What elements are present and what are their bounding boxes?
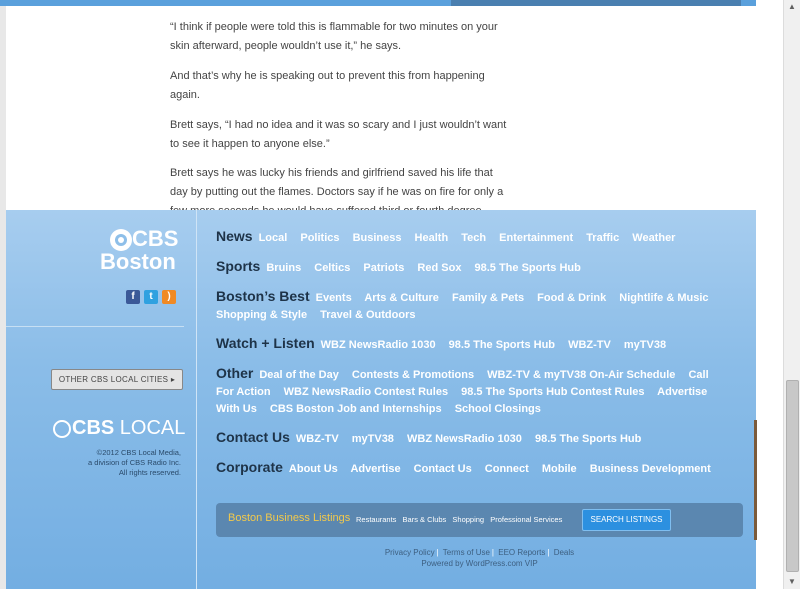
footer-link[interactable]: WBZ NewsRadio 1030 <box>321 339 436 351</box>
social-icons: f t) <box>126 286 180 304</box>
footer-section-heading[interactable]: Other <box>216 365 253 381</box>
footer-section-heading[interactable]: Watch + Listen <box>216 335 315 351</box>
footer-link[interactable]: Entertainment <box>499 232 573 244</box>
legal-links: Privacy Policy | Terms of Use | EEO Report… <box>216 547 743 569</box>
footer-section: Watch + Listen WBZ NewsRadio 1030 98.5 Th… <box>216 335 726 354</box>
article-paragraph: Brett says he was lucky his friends and … <box>170 167 504 210</box>
footer-link[interactable]: Tech <box>461 232 486 244</box>
footer-section-heading[interactable]: Boston’s Best <box>216 288 310 304</box>
listing-categories: Restaurants Bars & Clubs Shopping Profes… <box>356 515 566 524</box>
footer-link[interactable]: CBS Boston Job and Internships <box>270 403 442 415</box>
cbs-eye-icon <box>110 229 132 252</box>
footer-link[interactable]: Connect <box>485 463 529 475</box>
scroll-down-icon[interactable]: ▼ <box>784 575 800 589</box>
cbs-boston-logo[interactable]: CBS Boston <box>100 226 179 273</box>
listing-category[interactable]: Shopping <box>452 515 484 524</box>
footer-section: News Local Politics Business Health Tech … <box>216 228 726 247</box>
footer-link[interactable]: Celtics <box>314 262 350 274</box>
footer-link[interactable]: Travel & Outdoors <box>320 309 415 321</box>
logo-cbs-text: CBS <box>132 226 179 251</box>
footer-link[interactable]: myTV38 <box>352 433 394 445</box>
footer-section: Sports Bruins Celtics Patriots Red Sox 98… <box>216 258 726 277</box>
cbs-local-logo[interactable]: CBS LOCAL <box>53 417 185 440</box>
footer-link[interactable]: Patriots <box>363 262 404 274</box>
business-listings-title[interactable]: Boston Business Listings <box>228 512 350 524</box>
scroll-up-icon[interactable]: ▲ <box>784 0 800 14</box>
footer-link[interactable]: Food & Drink <box>537 292 606 304</box>
footer-section: Other Deal of the Day Contests & Promotio… <box>216 365 726 418</box>
footer-link[interactable]: WBZ NewsRadio 1030 <box>407 433 522 445</box>
article-body: “I think if people were told this is fla… <box>18 6 756 210</box>
footer-link[interactable]: Contact Us <box>414 463 472 475</box>
footer-section: Contact Us WBZ-TV myTV38 WBZ NewsRadio 10… <box>216 429 726 448</box>
footer-link[interactable]: Weather <box>632 232 675 244</box>
footer-section: Corporate About Us Advertise Contact Us C… <box>216 459 726 478</box>
footer-link[interactable]: Deal of the Day <box>259 369 338 381</box>
footer-link[interactable]: Local <box>259 232 288 244</box>
rss-icon[interactable]: ) <box>162 290 176 304</box>
listing-category[interactable]: Bars & Clubs <box>403 515 447 524</box>
powered-by-text[interactable]: Powered by WordPress.com VIP <box>216 558 743 569</box>
footer-section-heading[interactable]: Corporate <box>216 459 283 475</box>
terms-of-use-link[interactable]: Terms of Use <box>443 548 490 557</box>
footer-link[interactable]: Bruins <box>266 262 301 274</box>
footer-link[interactable]: Arts & Culture <box>364 292 439 304</box>
footer-link[interactable]: 98.5 The Sports Hub Contest Rules <box>461 386 644 398</box>
footer-link[interactable]: Events <box>316 292 352 304</box>
footer-link[interactable]: Shopping & Style <box>216 309 307 321</box>
footer-link[interactable]: 98.5 The Sports Hub <box>535 433 641 445</box>
listing-category[interactable]: Professional Services <box>490 515 562 524</box>
footer-left-column: CBS Boston f t) OTHER CBS LOCAL CITIES ▸ … <box>6 210 197 589</box>
cbs-eye-icon <box>53 419 71 438</box>
twitter-icon[interactable]: t <box>144 290 158 304</box>
footer-section-heading[interactable]: Sports <box>216 258 260 274</box>
business-listings-bar: Boston Business Listings Restaurants Bar… <box>216 503 743 537</box>
footer-link[interactable]: School Closings <box>455 403 541 415</box>
listing-category[interactable]: Restaurants <box>356 515 396 524</box>
footer-section-heading[interactable]: News <box>216 228 253 244</box>
footer-link[interactable]: Business Development <box>590 463 711 475</box>
page-right-margin <box>756 0 770 589</box>
vertical-scrollbar[interactable]: ▲ ▼ <box>783 0 800 589</box>
site-footer: CBS Boston f t) OTHER CBS LOCAL CITIES ▸ … <box>6 210 756 589</box>
footer-link[interactable]: Mobile <box>542 463 577 475</box>
footer-link[interactable]: WBZ-TV <box>568 339 611 351</box>
deals-link[interactable]: Deals <box>554 548 574 557</box>
footer-link[interactable]: WBZ-TV & myTV38 On-Air Schedule <box>487 369 675 381</box>
search-listings-button[interactable]: SEARCH LISTINGS <box>582 509 671 531</box>
footer-divider <box>6 326 184 327</box>
article-paragraph: And that’s why he is speaking out to pre… <box>170 70 485 101</box>
footer-section-heading[interactable]: Contact Us <box>216 429 290 445</box>
scrollbar-thumb[interactable] <box>786 380 799 572</box>
other-cbs-local-cities-button[interactable]: OTHER CBS LOCAL CITIES ▸ <box>51 369 183 390</box>
footer-link[interactable]: Advertise <box>350 463 400 475</box>
copyright-text: ©2012 CBS Local Media, a division of CBS… <box>88 448 181 477</box>
footer-link[interactable]: Contests & Promotions <box>352 369 474 381</box>
footer-link[interactable]: 98.5 The Sports Hub <box>449 339 555 351</box>
footer-link[interactable]: About Us <box>289 463 338 475</box>
footer-link[interactable]: Politics <box>300 232 339 244</box>
logo-boston-text: Boston <box>100 249 176 275</box>
eeo-reports-link[interactable]: EEO Reports <box>498 548 545 557</box>
privacy-policy-link[interactable]: Privacy Policy <box>385 548 435 557</box>
footer-link-sections: News Local Politics Business Health Tech … <box>216 228 726 489</box>
footer-link[interactable]: Family & Pets <box>452 292 524 304</box>
footer-link[interactable]: Nightlife & Music <box>619 292 708 304</box>
footer-link[interactable]: WBZ-TV <box>296 433 339 445</box>
footer-link[interactable]: 98.5 The Sports Hub <box>475 262 581 274</box>
footer-link[interactable]: Red Sox <box>417 262 461 274</box>
footer-section: Boston’s Best Events Arts & Culture Famil… <box>216 288 726 324</box>
article-paragraph: “I think if people were told this is fla… <box>170 21 498 52</box>
facebook-icon[interactable]: f <box>126 290 140 304</box>
footer-link[interactable]: Traffic <box>586 232 619 244</box>
footer-link[interactable]: Business <box>353 232 402 244</box>
footer-link[interactable]: myTV38 <box>624 339 666 351</box>
footer-link[interactable]: Health <box>415 232 449 244</box>
article-paragraph: Brett says, “I had no idea and it was so… <box>170 119 507 150</box>
partial-image-edge <box>754 420 757 540</box>
footer-link[interactable]: WBZ NewsRadio Contest Rules <box>284 386 448 398</box>
